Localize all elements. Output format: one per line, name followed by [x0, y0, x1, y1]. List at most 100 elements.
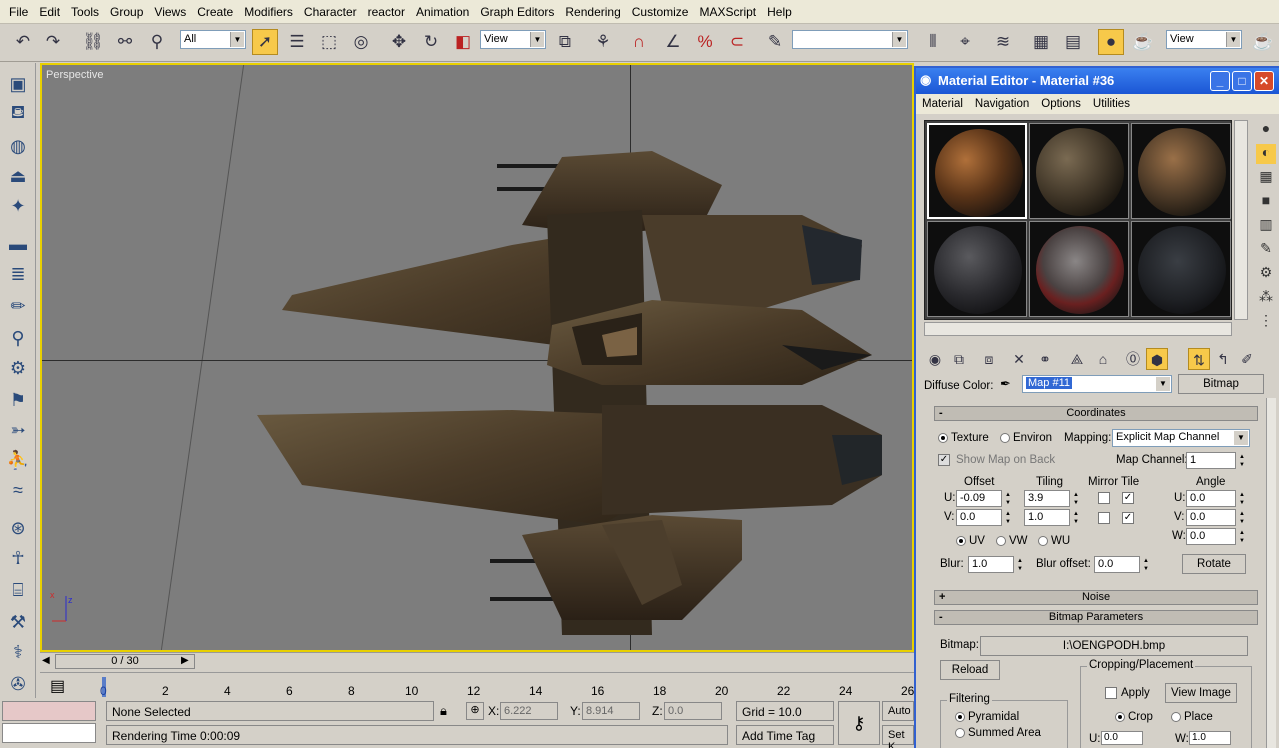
video-color-check-icon[interactable]: ▥ — [1256, 216, 1276, 236]
menu-file[interactable]: File — [4, 5, 34, 19]
select-by-material-icon[interactable]: ⁂ — [1256, 288, 1276, 308]
put-to-scene-icon[interactable]: ⧉ — [948, 348, 970, 370]
add-time-tag-button[interactable]: Add Time Tag — [736, 725, 834, 745]
character-icon[interactable]: ☥ — [5, 545, 31, 571]
unlink-icon[interactable]: ⚯ — [112, 29, 138, 55]
make-unique-icon[interactable]: ⚭ — [1034, 348, 1056, 370]
spinner-snap-icon[interactable]: ⊂ — [724, 29, 750, 55]
show-end-result-icon[interactable]: ⬢ — [1146, 348, 1168, 370]
time-slider-thumb[interactable]: 0 / 30 — [55, 654, 195, 669]
background-checker-icon[interactable]: ▦ — [1256, 168, 1276, 188]
create-box-icon[interactable]: ▣ — [5, 71, 31, 97]
manipulate-icon[interactable]: ⚘ — [590, 29, 616, 55]
material-navigator-icon[interactable]: ⋮ — [1256, 312, 1276, 332]
menu-tools[interactable]: Tools — [66, 5, 105, 19]
hierarchy-icon[interactable]: ⚑ — [5, 387, 31, 413]
utilities-icon[interactable]: ⚒ — [5, 609, 31, 635]
percent-snap-icon[interactable]: % — [692, 29, 718, 55]
named-selection-dropdown[interactable]: ▼ — [792, 30, 908, 49]
make-preview-icon[interactable]: ✎ — [1256, 240, 1276, 260]
mirror-icon[interactable]: ⫴ — [920, 29, 946, 55]
sample-uv-tiling-icon[interactable]: ■ — [1256, 192, 1276, 212]
create-sphere-icon[interactable]: ◍ — [5, 133, 31, 159]
material-effects-channel-icon[interactable]: ⌂ — [1092, 348, 1114, 370]
put-to-library-icon[interactable]: ⟁ — [1066, 348, 1088, 370]
z-coord-field[interactable]: 0.0 — [664, 702, 722, 720]
rotate-button[interactable]: Rotate — [1182, 554, 1246, 574]
material-editor-titlebar[interactable]: ◉ Material Editor - Material #36 _ □ ✕ — [916, 68, 1279, 94]
mapping-dropdown[interactable]: Explicit Map Channel ▼ — [1112, 429, 1250, 447]
select-by-name-icon[interactable]: ☰ — [284, 29, 310, 55]
menu-create[interactable]: Create — [192, 5, 239, 19]
select-object-icon[interactable]: ➚ — [252, 29, 278, 55]
menu-group[interactable]: Group — [105, 5, 149, 19]
sample-slot-4[interactable] — [927, 221, 1027, 317]
tool-pen-icon[interactable]: ✏ — [5, 293, 31, 319]
snap-toggle-icon[interactable]: ∩ — [626, 29, 652, 55]
maximize-icon[interactable]: □ — [1232, 71, 1252, 91]
pick-material-icon[interactable]: ✐ — [1236, 348, 1258, 370]
perspective-viewport[interactable]: Perspective x z — [40, 63, 914, 652]
menu-maxscript[interactable]: MAXScript — [694, 5, 762, 19]
mini-curve-editor-icon[interactable]: ▤ — [50, 676, 65, 696]
place-radio[interactable]: Place — [1171, 711, 1213, 723]
v-tile-checkbox[interactable]: ✓ — [1122, 512, 1134, 524]
wu-radio[interactable]: WU — [1038, 535, 1070, 547]
y-coord-field[interactable]: 8.914 — [582, 702, 640, 720]
go-to-parent-icon[interactable]: ⇅ — [1188, 348, 1210, 370]
menu-modifiers[interactable]: Modifiers — [239, 5, 299, 19]
absolute-mode-icon[interactable]: ⊕ — [466, 702, 484, 720]
redo-icon[interactable]: ↷ — [40, 29, 66, 55]
prev-frame-icon[interactable]: ◀ — [42, 655, 50, 666]
apply-checkbox[interactable] — [1105, 687, 1117, 699]
sample-slot-6[interactable] — [1131, 221, 1231, 317]
u-tile-checkbox[interactable]: ✓ — [1122, 492, 1134, 504]
render-view-dropdown[interactable]: View ▼ — [1166, 30, 1242, 49]
rotate-icon[interactable]: ↻ — [418, 29, 444, 55]
show-map-in-viewport-icon[interactable]: ⓪ — [1122, 348, 1144, 370]
biped-icon[interactable]: ⌸ — [5, 577, 31, 603]
menu-help[interactable]: Help — [762, 5, 798, 19]
close-icon[interactable]: ✕ — [1254, 71, 1274, 91]
menu-rendering[interactable]: Rendering — [560, 5, 626, 19]
spaceship-model[interactable] — [42, 65, 912, 650]
vw-radio[interactable]: VW — [996, 535, 1028, 547]
me-menu-material[interactable]: Material — [922, 98, 975, 110]
menu-character[interactable]: Character — [299, 5, 363, 19]
sample-slot-1[interactable] — [927, 123, 1027, 219]
w-angle-spinner[interactable]: 0.0 ▲ ▼ — [1186, 528, 1245, 545]
fish-icon[interactable]: ➳ — [5, 417, 31, 443]
texture-radio[interactable]: Texture — [938, 432, 989, 444]
create-helper-icon[interactable]: ✦ — [5, 193, 31, 219]
environ-radio[interactable]: Environ — [1000, 432, 1052, 444]
get-material-icon[interactable]: ◉ — [924, 348, 946, 370]
undo-icon[interactable]: ↶ — [10, 29, 36, 55]
minimize-icon[interactable]: _ — [1210, 71, 1230, 91]
align-icon[interactable]: ⌖ — [952, 29, 978, 55]
v-tiling-spinner[interactable]: 1.0 ▲ ▼ — [1024, 509, 1079, 526]
eyedropper-icon[interactable]: ✒ — [1000, 376, 1011, 392]
show-map-on-back-checkbox[interactable]: ✓ — [938, 454, 950, 466]
reference-coord-dropdown[interactable]: View ▼ — [480, 30, 546, 49]
maxscript-listener-pink[interactable] — [2, 701, 96, 721]
v-offset-spinner[interactable]: 0.0 ▲ ▼ — [956, 509, 1011, 526]
set-key-button[interactable]: Set K — [882, 725, 914, 748]
menu-reactor[interactable]: reactor — [363, 5, 411, 19]
v-angle-spinner[interactable]: 0.0 ▲ ▼ — [1186, 509, 1245, 526]
track-bar[interactable]: 0 2 4 6 8 10 12 14 16 18 20 22 24 26 — [40, 672, 914, 698]
me-menu-navigation[interactable]: Navigation — [975, 98, 1041, 110]
wave-icon[interactable]: ≈ — [5, 477, 31, 503]
bitmap-parameters-rollout-header[interactable]: - Bitmap Parameters — [934, 610, 1258, 625]
search-icon[interactable]: ⚲ — [5, 325, 31, 351]
map-channel-spinner[interactable]: 1 ▲ ▼ — [1186, 452, 1245, 469]
motion-icon[interactable]: ⛹ — [5, 447, 31, 473]
menu-animation[interactable]: Animation — [411, 5, 475, 19]
blur-spinner[interactable]: 1.0 ▲ ▼ — [968, 556, 1023, 573]
menu-views[interactable]: Views — [149, 5, 192, 19]
next-frame-icon[interactable]: ▶ — [181, 655, 189, 666]
crop-w-spinner[interactable]: 1.0 — [1189, 731, 1231, 745]
schematic-view-icon[interactable]: ▤ — [1060, 29, 1086, 55]
edit-named-selection-icon[interactable]: ✎ — [762, 29, 788, 55]
rect-selection-icon[interactable]: ⬚ — [316, 29, 342, 55]
scale-icon[interactable]: ◧ — [450, 29, 476, 55]
